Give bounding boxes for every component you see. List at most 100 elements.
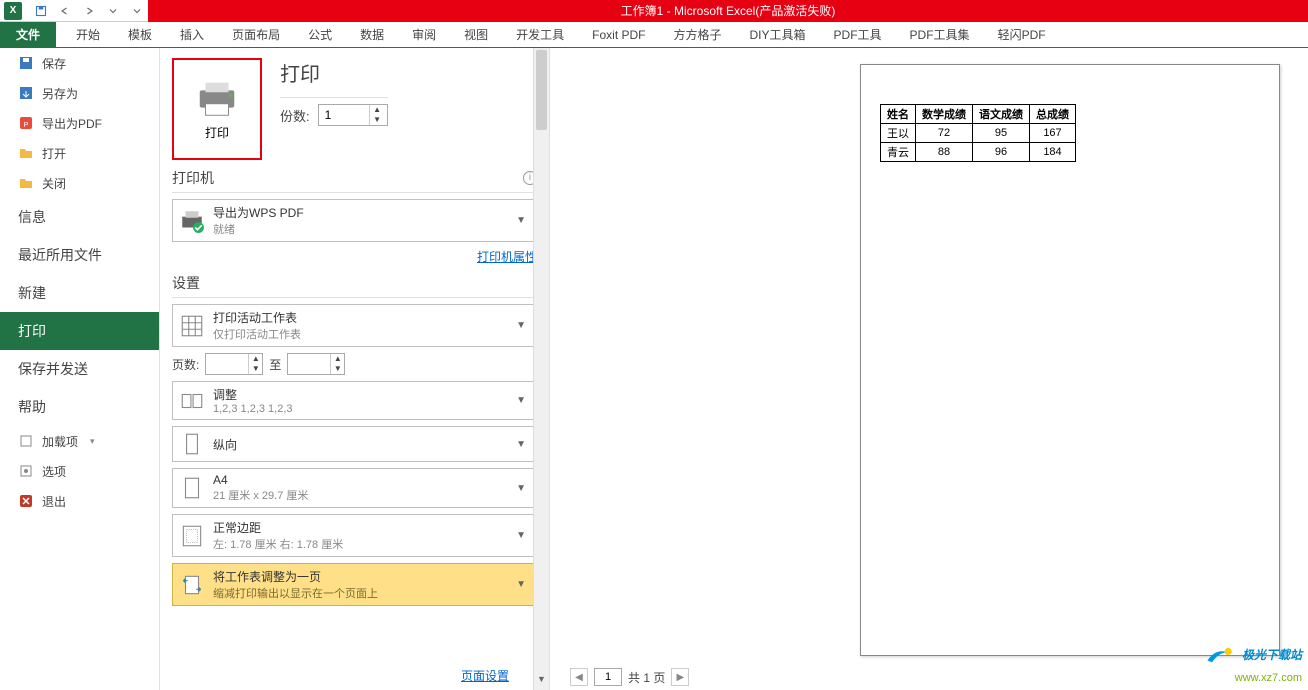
table-row: 姓名 数学成绩 语文成绩 总成绩 xyxy=(881,105,1076,124)
print-what-dropdown[interactable]: 打印活动工作表 仅打印活动工作表 ▼ xyxy=(172,304,537,347)
ribbon-tab-file[interactable]: 文件 xyxy=(0,22,56,47)
chevron-down-icon: ▼ xyxy=(512,320,530,331)
sheet-icon xyxy=(179,313,205,339)
sidebar-saveas[interactable]: 另存为 xyxy=(0,78,159,108)
ribbon-tab-formulas[interactable]: 公式 xyxy=(294,22,346,47)
ribbon-tab-insert[interactable]: 插入 xyxy=(166,22,218,47)
page-setup-link[interactable]: 页面设置 xyxy=(461,667,509,684)
options-icon xyxy=(18,463,34,479)
folder-close-icon xyxy=(18,175,34,191)
print-button[interactable]: 打印 xyxy=(172,58,262,160)
ribbon-tab-home[interactable]: 开始 xyxy=(62,22,114,47)
sidebar-print[interactable]: 打印 xyxy=(0,312,159,350)
spinner-up-icon[interactable]: ▲ xyxy=(370,105,385,115)
ribbon-tab-pdftool[interactable]: PDF工具 xyxy=(820,22,896,47)
qat-dropdown-icon[interactable] xyxy=(126,2,148,20)
sidebar-open[interactable]: 打开 xyxy=(0,138,159,168)
margins-icon xyxy=(179,523,205,549)
portrait-icon xyxy=(179,431,205,457)
ribbon-tab-review[interactable]: 审阅 xyxy=(398,22,450,47)
page-next-button[interactable]: ▶ xyxy=(671,668,689,686)
ribbon-tab-developer[interactable]: 开发工具 xyxy=(502,22,578,47)
table-row: 青云 88 96 184 xyxy=(881,143,1076,162)
chevron-down-icon: ▼ xyxy=(512,483,530,494)
svg-text:P: P xyxy=(24,122,29,129)
sidebar-savesend[interactable]: 保存并发送 xyxy=(0,350,159,388)
ribbon-tab-template[interactable]: 模板 xyxy=(114,22,166,47)
save-icon[interactable] xyxy=(30,2,52,20)
sidebar-label: 关闭 xyxy=(42,175,66,192)
chevron-down-icon: ▼ xyxy=(512,439,530,450)
print-preview: 姓名 数学成绩 语文成绩 总成绩 王以 72 95 167 青云 88 96 1… xyxy=(550,48,1308,690)
pdf-icon: P xyxy=(18,115,34,131)
sidebar-label: 加载项 xyxy=(42,433,78,450)
paper-icon xyxy=(179,475,205,501)
scroll-down-icon[interactable]: ▼ xyxy=(534,674,549,690)
sidebar-save[interactable]: 保存 xyxy=(0,48,159,78)
settings-scrollbar[interactable]: ▲ ▼ xyxy=(533,48,549,690)
watermark: 极光下载站 www.xz7.com xyxy=(1203,642,1302,684)
sidebar-help[interactable]: 帮助 xyxy=(0,388,159,426)
sidebar-close[interactable]: 关闭 xyxy=(0,168,159,198)
margins-dropdown[interactable]: 正常边距 左: 1.78 厘米 右: 1.78 厘米 ▼ xyxy=(172,514,537,557)
paper-dropdown[interactable]: A4 21 厘米 x 29.7 厘米 ▼ xyxy=(172,468,537,508)
pages-to-input[interactable]: ▲▼ xyxy=(287,353,345,375)
redo-icon[interactable] xyxy=(78,2,100,20)
spinner-down-icon[interactable]: ▼ xyxy=(370,115,385,125)
ribbon-tab-foxit[interactable]: Foxit PDF xyxy=(578,22,659,47)
addins-icon xyxy=(18,433,34,449)
ribbon-tab-view[interactable]: 视图 xyxy=(450,22,502,47)
pages-from-input[interactable]: ▲▼ xyxy=(205,353,263,375)
chevron-down-icon: ▼ xyxy=(512,530,530,541)
copies-spinner[interactable]: ▲▼ xyxy=(318,104,388,126)
ribbon-tab-pdfset[interactable]: PDF工具集 xyxy=(896,22,984,47)
ribbon-tab-ffgz[interactable]: 方方格子 xyxy=(660,22,736,47)
orientation-dropdown[interactable]: 纵向 ▼ xyxy=(172,426,537,462)
printer-icon xyxy=(194,78,240,118)
sidebar-new[interactable]: 新建 xyxy=(0,274,159,312)
watermark-logo-icon xyxy=(1203,642,1239,670)
sidebar-label: 导出为PDF xyxy=(42,115,102,132)
preview-pager: ◀ 共 1 页 ▶ xyxy=(570,668,689,686)
sidebar-label: 打开 xyxy=(42,145,66,162)
sidebar-label: 另存为 xyxy=(42,85,78,102)
ribbon-tab-lightpdf[interactable]: 轻闪PDF xyxy=(984,22,1060,47)
sidebar-options[interactable]: 选项 xyxy=(0,456,159,486)
printer-dropdown[interactable]: 导出为WPS PDF 就绪 ▼ xyxy=(172,199,537,242)
collate-dropdown[interactable]: 调整 1,2,3 1,2,3 1,2,3 ▼ xyxy=(172,381,537,420)
pages-to-label: 至 xyxy=(269,356,281,373)
page-number-input[interactable] xyxy=(594,668,622,686)
ribbon-tab-pagelayout[interactable]: 页面布局 xyxy=(218,22,294,47)
collate-icon xyxy=(179,388,205,414)
sidebar-exit[interactable]: 退出 xyxy=(0,486,159,516)
scroll-thumb[interactable] xyxy=(536,50,547,130)
ribbon-tab-data[interactable]: 数据 xyxy=(346,22,398,47)
fit-page-icon xyxy=(179,572,205,598)
page-prev-button[interactable]: ◀ xyxy=(570,668,588,686)
exit-icon xyxy=(18,493,34,509)
chevron-down-icon: ▾ xyxy=(90,436,95,447)
copies-input[interactable] xyxy=(319,108,369,122)
print-button-label: 打印 xyxy=(205,124,229,141)
chevron-down-icon: ▼ xyxy=(512,215,530,226)
scaling-dropdown[interactable]: 将工作表调整为一页 缩减打印输出以显示在一个页面上 ▼ xyxy=(172,563,537,606)
chevron-down-icon: ▼ xyxy=(512,395,530,406)
excel-app-icon: X xyxy=(4,2,22,20)
table-row: 王以 72 95 167 xyxy=(881,124,1076,143)
sidebar-addins[interactable]: 加载项 ▾ xyxy=(0,426,159,456)
sidebar-info[interactable]: 信息 xyxy=(0,198,159,236)
sidebar-label: 退出 xyxy=(42,493,66,510)
printer-properties-link[interactable]: 打印机属性 xyxy=(172,248,537,265)
sidebar-exportpdf[interactable]: P 导出为PDF xyxy=(0,108,159,138)
printer-name: 导出为WPS PDF xyxy=(213,204,512,221)
page-total-label: 共 1 页 xyxy=(628,669,665,686)
sidebar-recent[interactable]: 最近所用文件 xyxy=(0,236,159,274)
qat-more-icon[interactable] xyxy=(102,2,124,20)
ribbon-tab-diy[interactable]: DIY工具箱 xyxy=(736,22,820,47)
copies-label: 份数: xyxy=(280,106,310,125)
folder-open-icon xyxy=(18,145,34,161)
sidebar-label: 保存 xyxy=(42,55,66,72)
print-settings-panel: 打印 打印 份数: ▲▼ 打印机 i 导出为WPS P xyxy=(160,48,550,690)
window-title: 工作簿1 - Microsoft Excel(产品激活失败) xyxy=(148,0,1308,22)
undo-icon[interactable] xyxy=(54,2,76,20)
